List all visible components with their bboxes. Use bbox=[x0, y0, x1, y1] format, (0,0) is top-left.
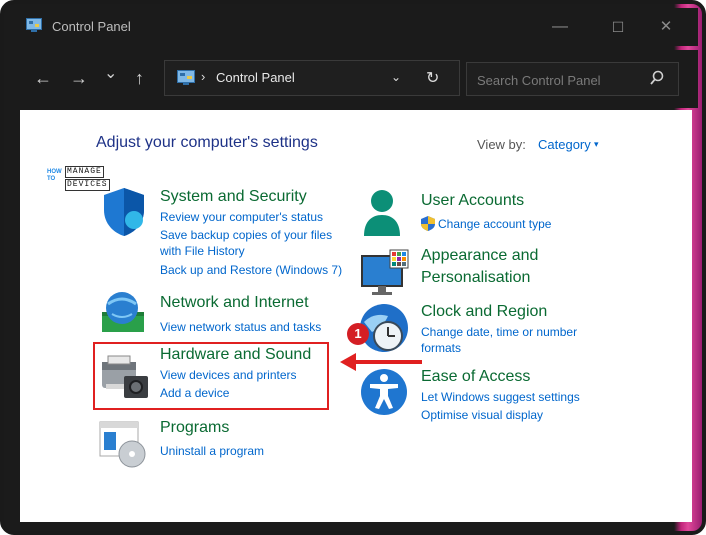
view-by-label: View by: bbox=[477, 137, 526, 152]
up-button[interactable]: ↑ bbox=[135, 68, 144, 88]
category-clock-region[interactable]: Clock and Region bbox=[421, 303, 547, 321]
link-formats[interactable]: formats bbox=[421, 341, 461, 355]
address-box[interactable]: › Control Panel ⌄ ↻ bbox=[164, 60, 460, 96]
close-button[interactable]: ✕ bbox=[644, 14, 688, 40]
category-network-internet[interactable]: Network and Internet bbox=[160, 294, 309, 312]
forward-button[interactable]: → bbox=[70, 68, 88, 88]
view-by-dropdown[interactable]: Category bbox=[538, 137, 591, 152]
content-pane: Adjust your computer's settings View by:… bbox=[20, 110, 692, 522]
accessibility-icon[interactable] bbox=[360, 366, 408, 418]
page-title: Adjust your computer's settings bbox=[96, 134, 318, 151]
link-review-status[interactable]: Review your computer's status bbox=[160, 210, 323, 224]
link-optimise-display[interactable]: Optimise visual display bbox=[421, 408, 543, 422]
link-change-date-time[interactable]: Change date, time or number bbox=[421, 325, 577, 339]
link-suggest-settings[interactable]: Let Windows suggest settings bbox=[421, 390, 580, 404]
user-icon[interactable] bbox=[362, 188, 402, 238]
link-network-status[interactable]: View network status and tasks bbox=[160, 320, 321, 334]
control-panel-icon bbox=[26, 18, 42, 32]
step-badge: 1 bbox=[347, 323, 369, 345]
link-file-history[interactable]: Save backup copies of your files bbox=[160, 228, 332, 242]
window-title: Control Panel bbox=[52, 19, 131, 34]
programs-disc-icon[interactable] bbox=[98, 420, 148, 468]
category-ease-of-access[interactable]: Ease of Access bbox=[421, 368, 530, 386]
refresh-button[interactable]: ↻ bbox=[426, 68, 439, 88]
network-globe-icon[interactable] bbox=[98, 288, 148, 338]
category-system-security[interactable]: System and Security bbox=[160, 188, 307, 206]
address-dropdown-icon[interactable]: ⌄ bbox=[391, 70, 401, 84]
maximize-button[interactable]: ☐ bbox=[596, 14, 640, 40]
uac-shield-icon bbox=[421, 216, 435, 231]
view-by-arrow-icon[interactable]: ▾ bbox=[594, 139, 599, 150]
window-frame: Control Panel — ☐ ✕ ← → ⌄ ↑ › Control Pa… bbox=[0, 0, 706, 535]
search-input[interactable] bbox=[475, 69, 649, 91]
back-button[interactable]: ← bbox=[34, 68, 52, 88]
category-user-accounts[interactable]: User Accounts bbox=[421, 192, 524, 210]
control-panel-icon bbox=[177, 70, 195, 85]
breadcrumb-control-panel[interactable]: Control Panel bbox=[216, 70, 295, 85]
category-appearance[interactable]: Appearance and bbox=[421, 247, 538, 265]
search-box[interactable] bbox=[466, 62, 679, 96]
highlight-box bbox=[93, 342, 329, 410]
monitor-palette-icon[interactable] bbox=[360, 248, 410, 298]
link-file-history-2[interactable]: with File History bbox=[160, 244, 245, 258]
address-bar: ← → ⌄ ↑ › Control Panel ⌄ ↻ bbox=[8, 50, 698, 108]
link-backup-restore[interactable]: Back up and Restore (Windows 7) bbox=[160, 263, 342, 277]
recent-locations-button[interactable]: ⌄ bbox=[104, 64, 117, 84]
shield-icon[interactable] bbox=[100, 186, 148, 238]
search-icon[interactable] bbox=[650, 70, 664, 86]
annotation-arrow-icon bbox=[340, 353, 422, 371]
watermark-manage: MANAGE bbox=[65, 166, 104, 178]
breadcrumb-chevron-icon[interactable]: › bbox=[201, 69, 205, 84]
title-bar: Control Panel — ☐ ✕ bbox=[8, 8, 698, 46]
minimize-button[interactable]: — bbox=[538, 14, 582, 40]
link-change-account-type[interactable]: Change account type bbox=[438, 217, 551, 231]
category-programs[interactable]: Programs bbox=[160, 419, 229, 437]
category-appearance-line2[interactable]: Personalisation bbox=[421, 269, 530, 287]
watermark-how-to: HOW TO bbox=[47, 169, 62, 182]
link-uninstall-program[interactable]: Uninstall a program bbox=[160, 444, 264, 458]
